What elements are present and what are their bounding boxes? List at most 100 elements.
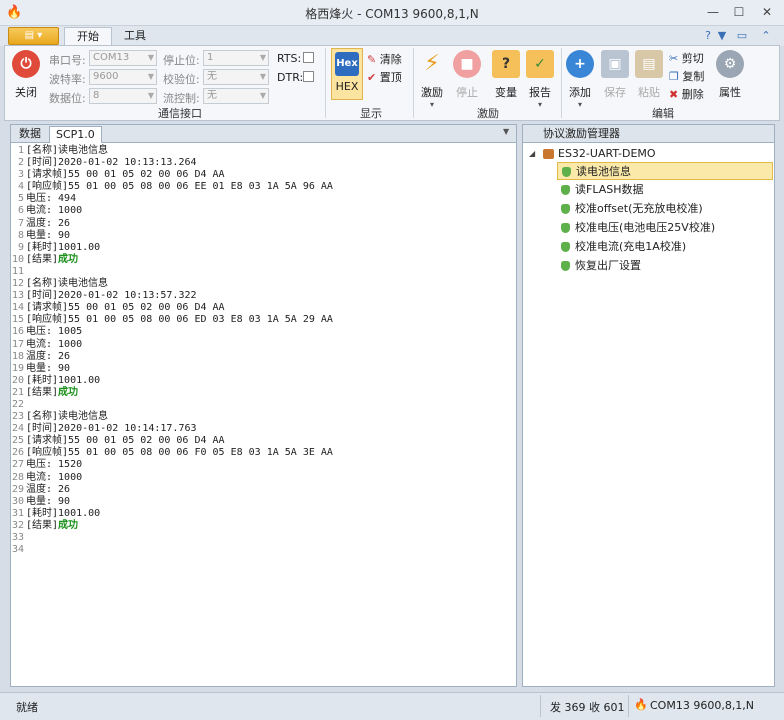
chat-icon[interactable]: ▭	[734, 29, 750, 43]
line-number: 34	[11, 544, 24, 556]
editor-line: 9 [耗时]1001.00	[11, 242, 516, 254]
copy-button[interactable]: ❐ 复制	[669, 68, 704, 84]
protocol-item-label: 恢复出厂设置	[575, 259, 641, 272]
line-text: [耗时]1001.00	[26, 241, 101, 253]
protocol-item[interactable]: 恢复出厂设置	[557, 257, 773, 275]
line-number: 4	[17, 181, 24, 193]
editor-line: 1 [名称]读电池信息	[11, 145, 516, 157]
log-editor[interactable]: 1 [名称]读电池信息 2 [时间]2020-01-02 10:13:13.264 3[…	[11, 144, 516, 686]
close-window-button[interactable]: ✕	[754, 3, 780, 21]
line-text: [结果]	[26, 519, 59, 531]
collapse-ribbon-icon[interactable]: ⌃	[758, 29, 774, 43]
add-button[interactable]: + 添加 ▾	[563, 50, 597, 109]
pin-top-button[interactable]: ✔ 置顶	[367, 69, 402, 85]
filter-icon[interactable]: ▼	[714, 29, 730, 43]
minimize-button[interactable]: —	[700, 3, 726, 21]
editor-line: 6 电流: 1000	[11, 205, 516, 217]
dtr-label: DTR:	[277, 71, 304, 84]
variables-button[interactable]: ? 变量	[489, 50, 523, 100]
line-number: 8	[17, 229, 24, 241]
clipboard-question-icon: ?	[492, 50, 520, 78]
run-stimulus-button[interactable]: ⚡ 激励 ▾	[415, 50, 449, 109]
stopbits-select[interactable]: 1 ▼	[203, 50, 269, 66]
save-button[interactable]: ▣ 保存	[599, 50, 631, 100]
gem-icon	[562, 167, 571, 177]
protocol-item[interactable]: 读电池信息	[557, 162, 773, 180]
tree-expand-icon[interactable]: ◢	[529, 149, 535, 158]
protocol-item[interactable]: 读FLASH数据	[557, 181, 773, 199]
hex-toggle-button[interactable]: Hex HEX	[331, 48, 363, 100]
editor-line: 2 [时间]2020-01-02 10:13:13.264	[11, 157, 516, 169]
line-number: 28	[11, 471, 24, 483]
editor-line: 18 温度: 26	[11, 351, 516, 363]
clear-button[interactable]: ✎ 清除	[367, 51, 402, 67]
line-text: 电压: 1520	[26, 459, 83, 471]
line-text: [结果]	[26, 253, 59, 265]
tab-start[interactable]: 开始	[64, 27, 112, 46]
protocol-manager-panel: 协议激励管理器 ◢ ES32-UART-DEMO 读电池信息 读FLASH数据 校准…	[522, 124, 775, 687]
tab-scp[interactable]: SCP1.0	[49, 126, 102, 143]
edit-group-label: 编辑	[652, 107, 674, 120]
dtr-checkbox[interactable]	[303, 71, 314, 82]
editor-line: 8 电量: 90	[11, 230, 516, 242]
databits-select[interactable]: 8 ▼	[89, 88, 157, 104]
protocol-panel-title: 协议激励管理器	[523, 125, 774, 143]
protocol-item-label: 校准电压(电池电压25V校准)	[575, 221, 716, 234]
tab-tools[interactable]: 工具	[112, 27, 158, 46]
save-label: 保存	[604, 86, 626, 99]
line-number: 7	[17, 217, 24, 229]
close-port-button[interactable]: ⏻ 关闭	[9, 50, 43, 100]
maximize-button[interactable]: ☐	[726, 3, 752, 21]
group-separator	[561, 48, 562, 118]
protocol-item[interactable]: 校准offset(无充放电校准)	[557, 200, 773, 218]
tree-root[interactable]: ES32-UART-DEMO	[558, 147, 656, 160]
protocol-item[interactable]: 校准电压(电池电压25V校准)	[557, 219, 773, 237]
status-separator	[628, 695, 629, 717]
editor-line: 21 [结果]成功	[11, 387, 516, 399]
baud-select[interactable]: 9600 ▼	[89, 69, 157, 85]
app-menu-button[interactable]: ▤ ▾	[8, 27, 59, 45]
line-number: 18	[11, 350, 24, 362]
result-success: 成功	[58, 519, 79, 531]
editor-line: 14 [请求帧]55 00 01 05 02 00 06 D4 AA	[11, 302, 516, 314]
properties-button[interactable]: ⚙ 属性	[713, 50, 747, 100]
line-text: [响应帧]55 01 00 05 08 00 06 F0 05 E8 03 1A…	[26, 447, 333, 459]
gem-icon	[561, 242, 570, 252]
line-text: [请求帧]55 00 01 05 02 00 06 D4 AA	[26, 435, 225, 447]
gem-icon	[561, 223, 570, 233]
line-text: [耗时]1001.00	[26, 507, 101, 519]
cut-button[interactable]: ✂ 剪切	[669, 50, 704, 66]
line-number: 10	[11, 253, 24, 265]
status-text: 就绪	[16, 701, 38, 714]
flow-label: 流控制:	[163, 92, 200, 105]
hex-icon: Hex	[335, 52, 359, 76]
delete-button[interactable]: ✖ 删除	[669, 86, 704, 102]
line-text: 电压: 494	[26, 193, 77, 205]
status-separator	[540, 695, 541, 717]
report-button[interactable]: ✓ 报告 ▾	[523, 50, 557, 109]
paste-button[interactable]: ▤ 粘贴	[633, 50, 665, 100]
line-text: 温度: 26	[26, 350, 71, 362]
rts-checkbox[interactable]	[303, 52, 314, 63]
tab-list-chevron-icon[interactable]: ▼	[503, 127, 509, 136]
clipboard-check-icon: ✓	[526, 50, 554, 78]
line-text: [名称]读电池信息	[26, 145, 109, 156]
line-text: 电量: 90	[26, 229, 71, 241]
project-folder-icon	[543, 149, 554, 159]
stop-button[interactable]: ■ 停止	[451, 50, 483, 100]
hex-label: HEX	[335, 80, 359, 93]
pin-icon: ✔	[367, 71, 377, 84]
port-select[interactable]: COM13 ▼	[89, 50, 157, 66]
protocol-item[interactable]: 校准电流(充电1A校准)	[557, 238, 773, 256]
paste-icon: ▤	[635, 50, 663, 78]
copy-icon: ❐	[669, 70, 679, 83]
parity-select[interactable]: 无 ▼	[203, 69, 269, 85]
editor-line: 28 电流: 1000	[11, 472, 516, 484]
copy-label: 复制	[682, 70, 705, 83]
document-tabs: 数据 SCP1.0 ▼	[11, 125, 516, 143]
flow-select[interactable]: 无 ▼	[203, 88, 269, 104]
line-number: 13	[11, 290, 24, 302]
tab-data[interactable]: 数据	[13, 126, 47, 143]
editor-line: 27 电压: 1520	[11, 459, 516, 471]
editor-line: 25 [请求帧]55 00 01 05 02 00 06 D4 AA	[11, 435, 516, 447]
